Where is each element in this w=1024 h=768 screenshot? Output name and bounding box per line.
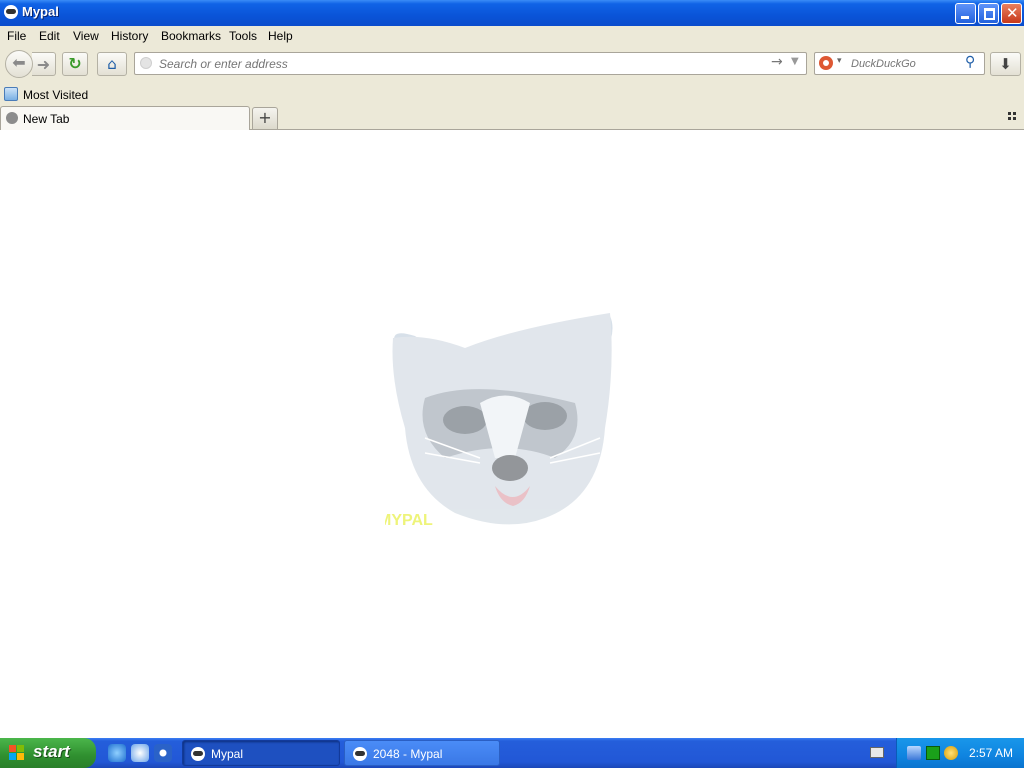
menu-view[interactable]: View	[73, 29, 99, 43]
bookmarks-toolbar: Most Visited	[0, 84, 1024, 106]
menu-file[interactable]: File	[7, 29, 26, 43]
tab-label: New Tab	[23, 112, 70, 126]
page-content[interactable]: MYPAL	[0, 130, 1024, 738]
go-arrow-icon[interactable]: →	[771, 54, 783, 70]
site-identity-icon[interactable]	[140, 57, 152, 69]
task-label: Mypal	[211, 747, 244, 761]
arrow-left-icon: ⬅	[12, 53, 26, 72]
ie-icon[interactable]	[108, 744, 126, 762]
plus-icon: +	[258, 108, 272, 127]
address-bar[interactable]: → ▼	[134, 52, 807, 75]
duckduckgo-icon[interactable]	[819, 56, 833, 70]
window-titlebar[interactable]: Mypal ✕	[0, 0, 1024, 27]
mypal-app-icon	[191, 747, 205, 761]
forward-button[interactable]: ➜	[32, 52, 56, 76]
minimize-icon	[961, 16, 969, 19]
navigation-toolbar: ➜ ⬅ ↻ ⌂ → ▼ ▾ ⚲ ⬇	[0, 48, 1024, 84]
search-icon[interactable]: ⚲	[965, 54, 975, 70]
download-arrow-icon: ⬇	[999, 55, 1012, 73]
menu-help[interactable]: Help	[268, 29, 293, 43]
start-label: start	[33, 742, 70, 761]
globe-icon	[6, 112, 18, 124]
close-icon: ✕	[1006, 4, 1019, 22]
menu-bar: File Edit View History Bookmarks Tools H…	[0, 26, 1024, 48]
downloads-button[interactable]: ⬇	[990, 52, 1021, 76]
mypal-logo-text: MYPAL	[385, 512, 433, 529]
mypal-app-icon	[353, 747, 367, 761]
arrow-right-icon: ➜	[36, 55, 51, 74]
window-title: Mypal	[22, 4, 59, 19]
start-button[interactable]: start	[0, 738, 96, 768]
taskbar-item-2048[interactable]: 2048 - Mypal	[344, 740, 500, 766]
reload-button[interactable]: ↻	[62, 52, 88, 76]
menu-edit[interactable]: Edit	[39, 29, 60, 43]
reload-icon: ↻	[68, 54, 82, 73]
home-icon: ⌂	[107, 55, 117, 73]
media-player-icon[interactable]	[154, 744, 172, 762]
mypal-app-icon[interactable]	[4, 5, 18, 19]
task-label: 2048 - Mypal	[373, 747, 443, 761]
tab-grid-button[interactable]	[1008, 112, 1018, 122]
home-button[interactable]: ⌂	[97, 52, 127, 76]
bookmark-most-visited[interactable]: Most Visited	[23, 88, 88, 102]
security-icon[interactable]	[944, 746, 958, 760]
search-bar[interactable]: ▾ ⚲	[814, 52, 985, 75]
network-icon[interactable]	[907, 746, 921, 760]
mypal-raccoon-logo: MYPAL	[385, 313, 613, 529]
clock[interactable]: 2:57 AM	[969, 746, 1013, 760]
restore-icon	[984, 8, 995, 20]
menu-tools[interactable]: Tools	[229, 29, 257, 43]
windows-taskbar: start Mypal 2048 - Mypal 2:57 AM	[0, 738, 1024, 768]
menu-bookmarks[interactable]: Bookmarks	[161, 29, 221, 43]
tab-strip: New Tab +	[0, 106, 1024, 130]
minimize-button[interactable]	[955, 3, 976, 24]
back-button[interactable]: ⬅	[5, 50, 33, 78]
system-tray: 2:57 AM	[896, 738, 1024, 768]
taskbar-item-mypal[interactable]: Mypal	[182, 740, 340, 766]
url-input[interactable]	[159, 55, 759, 72]
new-tab-button[interactable]: +	[252, 107, 278, 129]
windows-logo-icon	[9, 745, 25, 761]
search-input[interactable]	[851, 55, 961, 72]
status-icon[interactable]	[926, 746, 940, 760]
outlook-icon[interactable]	[131, 744, 149, 762]
menu-history[interactable]: History	[111, 29, 148, 43]
keyboard-icon[interactable]	[870, 747, 884, 758]
close-button[interactable]: ✕	[1001, 3, 1022, 24]
maximize-button[interactable]	[978, 3, 999, 24]
engine-dropdown-icon[interactable]: ▾	[837, 56, 842, 66]
tab-new-tab[interactable]: New Tab	[0, 106, 250, 130]
folder-icon[interactable]	[4, 87, 18, 101]
history-dropdown-icon[interactable]: ▼	[791, 56, 799, 67]
